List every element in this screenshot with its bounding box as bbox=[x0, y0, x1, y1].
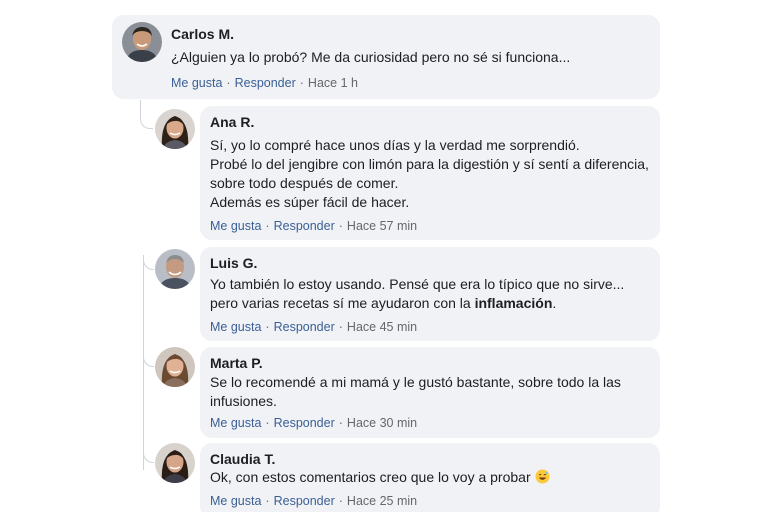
comment-line: Ok, con estos comentarios creo que lo vo… bbox=[210, 468, 550, 487]
comment-thread: Carlos M. ¿Alguien ya lo probó? Me da cu… bbox=[0, 0, 768, 512]
comment-actions: Me gusta · Responder · Hace 25 min bbox=[210, 493, 417, 509]
thread-connector bbox=[143, 350, 154, 367]
separator: · bbox=[265, 320, 270, 334]
comment-text: ¿Alguien ya lo probó? Me da curiosidad p… bbox=[171, 48, 570, 67]
comment-timestamp: Hace 25 min bbox=[346, 494, 418, 508]
reply-button[interactable]: Responder bbox=[274, 219, 335, 233]
comment-timestamp: Hace 1 h bbox=[307, 76, 358, 90]
separator: · bbox=[338, 494, 343, 508]
separator: · bbox=[338, 416, 343, 430]
thread-connector bbox=[140, 100, 153, 129]
separator: · bbox=[265, 219, 270, 233]
comment-line: infusiones. bbox=[210, 393, 277, 409]
comment-line: Se lo recomendé a mi mamá y le gustó bas… bbox=[210, 374, 621, 390]
comment-actions: Me gusta · Responder · Hace 1 h bbox=[171, 75, 358, 91]
comment-actions: Me gusta · Responder · Hace 45 min bbox=[210, 319, 417, 335]
comment-line-text: pero varias recetas sí me ayudaron con l… bbox=[210, 295, 475, 311]
reply-button[interactable]: Responder bbox=[274, 494, 335, 508]
like-button[interactable]: Me gusta bbox=[171, 76, 222, 90]
thread-connector bbox=[143, 448, 154, 463]
separator: · bbox=[338, 219, 343, 233]
comment-text: Sí, yo lo compré hace unos días y la ver… bbox=[210, 136, 649, 212]
avatar[interactable] bbox=[155, 347, 195, 387]
comment-line-suffix: . bbox=[552, 295, 557, 311]
grinning-sweat-emoji-icon bbox=[535, 469, 550, 484]
avatar[interactable] bbox=[155, 443, 195, 483]
reply-button[interactable]: Responder bbox=[274, 320, 335, 334]
comment-line: Sí, yo lo compré hace unos días y la ver… bbox=[210, 137, 580, 153]
comment-line: sobre todo después de comer. bbox=[210, 175, 399, 191]
comment-line: Probé lo del jengibre con limón para la … bbox=[210, 156, 649, 172]
comment-timestamp: Hace 30 min bbox=[346, 416, 418, 430]
thread-connector bbox=[143, 262, 144, 470]
separator: · bbox=[299, 76, 304, 90]
comment-text: Yo también lo estoy usando. Pensé que er… bbox=[210, 275, 624, 313]
like-button[interactable]: Me gusta bbox=[210, 320, 261, 334]
comment-line: pero varias recetas sí me ayudaron con l… bbox=[210, 294, 624, 313]
comment-author[interactable]: Claudia T. bbox=[210, 450, 275, 468]
comment-text: Ok, con estos comentarios creo que lo vo… bbox=[210, 468, 550, 487]
comment-author[interactable]: Ana R. bbox=[210, 113, 254, 131]
like-button[interactable]: Me gusta bbox=[210, 494, 261, 508]
avatar[interactable] bbox=[155, 109, 195, 149]
comment-timestamp: Hace 45 min bbox=[346, 320, 418, 334]
comment-line-text: Ok, con estos comentarios creo que lo vo… bbox=[210, 469, 531, 485]
bold-keyword: inflamación bbox=[474, 295, 553, 311]
like-button[interactable]: Me gusta bbox=[210, 219, 261, 233]
separator: · bbox=[338, 320, 343, 334]
comment-actions: Me gusta · Responder · Hace 57 min bbox=[210, 218, 417, 234]
separator: · bbox=[265, 494, 270, 508]
comment-line: ¿Alguien ya lo probó? Me da curiosidad p… bbox=[171, 49, 571, 65]
separator: · bbox=[265, 416, 270, 430]
comment-line: Además es súper fácil de hacer. bbox=[210, 194, 410, 210]
reply-button[interactable]: Responder bbox=[274, 416, 335, 430]
comment-author[interactable]: Luis G. bbox=[210, 254, 257, 272]
comment-line: Yo también lo estoy usando. Pensé que er… bbox=[210, 276, 625, 292]
avatar[interactable] bbox=[122, 22, 162, 62]
avatar[interactable] bbox=[155, 249, 195, 289]
thread-connector bbox=[143, 255, 154, 270]
comment-timestamp: Hace 57 min bbox=[346, 219, 418, 233]
like-button[interactable]: Me gusta bbox=[210, 416, 261, 430]
comment-author[interactable]: Carlos M. bbox=[171, 25, 234, 43]
reply-button[interactable]: Responder bbox=[235, 76, 296, 90]
comment-actions: Me gusta · Responder · Hace 30 min bbox=[210, 415, 417, 431]
separator: · bbox=[226, 76, 231, 90]
comment-author[interactable]: Marta P. bbox=[210, 354, 263, 372]
comment-text: Se lo recomendé a mi mamá y le gustó bas… bbox=[210, 373, 621, 411]
